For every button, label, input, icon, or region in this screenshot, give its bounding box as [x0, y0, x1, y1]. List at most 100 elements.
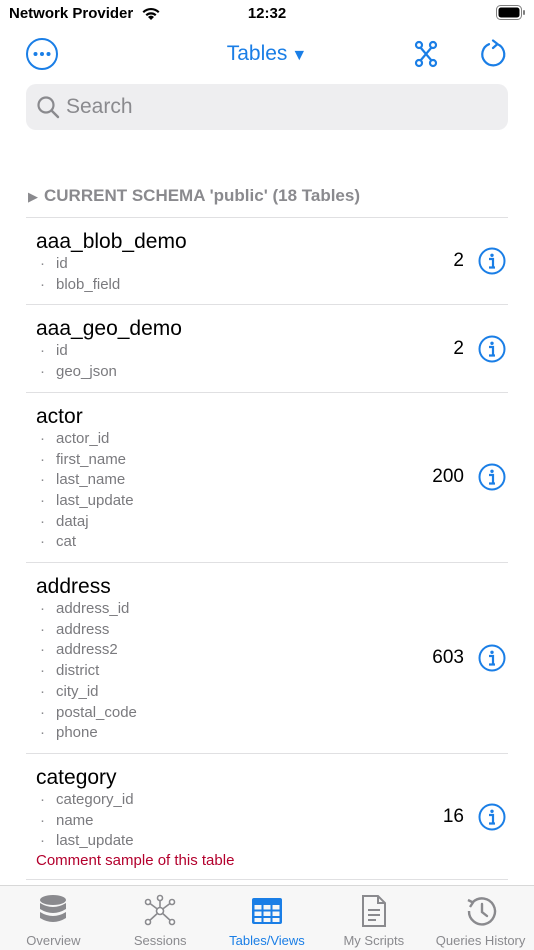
- info-icon[interactable]: [478, 463, 506, 491]
- navigation-bar: Tables ▼: [0, 32, 534, 76]
- column-name: id: [56, 255, 68, 272]
- column-item: · address_id: [36, 599, 508, 620]
- tab-queries-history[interactable]: Queries History: [427, 886, 534, 950]
- info-icon[interactable]: [478, 247, 506, 275]
- column-name: address2: [56, 641, 118, 659]
- table-row[interactable]: address · address_id · address · address2 · dist…: [26, 563, 508, 754]
- bullet-icon: ·: [40, 471, 45, 489]
- table-name: actor: [36, 404, 83, 428]
- search-bar[interactable]: [26, 84, 508, 130]
- history-icon: [463, 894, 499, 928]
- table-list: aaa_blob_demo · id · blob_field 2 aaa_geo_demo…: [26, 217, 508, 881]
- table-row[interactable]: category · category_id · name · last_update Com…: [26, 754, 508, 881]
- column-item: · name: [36, 811, 508, 832]
- bullet-icon: ·: [40, 275, 45, 293]
- info-icon[interactable]: [478, 644, 506, 672]
- column-name: district: [56, 662, 100, 680]
- tab-label: Sessions: [133, 933, 187, 948]
- tab-label: Queries History: [435, 933, 526, 948]
- column-name: blob_field: [56, 275, 121, 293]
- tables-dropdown[interactable]: Tables ▼: [0, 42, 534, 66]
- row-count: 200: [432, 466, 464, 488]
- search-input[interactable]: [66, 95, 486, 119]
- tab-sessions[interactable]: Sessions: [107, 886, 214, 950]
- bullet-icon: ·: [40, 682, 45, 700]
- table-row[interactable]: aaa_blob_demo · id · blob_field 2: [26, 217, 508, 306]
- database-icon: [35, 894, 71, 928]
- column-name: last_update: [56, 491, 134, 509]
- column-item: · dataj: [36, 512, 508, 533]
- column-name: dataj: [56, 512, 89, 530]
- tab-label: Tables/Views: [229, 933, 305, 948]
- column-item: · blob_field: [36, 275, 508, 296]
- column-item: · address: [36, 620, 508, 641]
- bullet-icon: ·: [40, 641, 45, 659]
- bullet-icon: ·: [40, 832, 45, 850]
- bullet-icon: ·: [40, 703, 45, 721]
- tab-tables-views[interactable]: Tables/Views: [214, 886, 321, 950]
- column-item: · last_update: [36, 831, 508, 852]
- tab-bar: Overview Sessions Tables/Views My Script…: [0, 885, 534, 950]
- tab-overview[interactable]: Overview: [0, 886, 107, 950]
- bullet-icon: ·: [40, 363, 45, 381]
- bullet-icon: ·: [40, 533, 45, 551]
- column-name: last_update: [56, 832, 134, 850]
- table-row[interactable]: actor · actor_id · first_name · last_name · last…: [26, 393, 508, 564]
- document-icon: [356, 894, 392, 928]
- column-name: name: [56, 811, 94, 829]
- table-name: aaa_geo_demo: [36, 317, 182, 341]
- bullet-icon: ·: [40, 342, 45, 360]
- column-item: · geo_json: [36, 362, 508, 383]
- column-name: geo_json: [56, 363, 117, 381]
- column-item: · category_id: [36, 790, 508, 811]
- column-item: · actor_id: [36, 429, 508, 450]
- column-item: · id: [36, 341, 508, 362]
- column-name: last_name: [56, 471, 126, 489]
- info-icon[interactable]: [478, 335, 506, 363]
- column-item: · city_id: [36, 682, 508, 703]
- battery-icon: [496, 5, 526, 26]
- bullet-icon: ·: [40, 491, 45, 509]
- column-item: · last_update: [36, 491, 508, 512]
- table-name: aaa_blob_demo: [36, 230, 187, 253]
- table-name: address: [36, 575, 111, 599]
- schema-section-title: CURRENT SCHEMA 'public' (18 Tables): [44, 186, 361, 205]
- column-name: actor_id: [56, 429, 110, 447]
- chevron-down-icon: ▼: [291, 47, 308, 64]
- column-name: address: [56, 620, 110, 638]
- table-row[interactable]: aaa_geo_demo · id · geo_json 2: [26, 305, 508, 393]
- graph-icon: [414, 40, 438, 68]
- column-name: address_id: [56, 600, 130, 618]
- tab-label: Overview: [26, 933, 81, 948]
- info-icon[interactable]: [478, 803, 506, 831]
- bullet-icon: ·: [40, 724, 45, 742]
- column-item: · postal_code: [36, 703, 508, 724]
- column-name: category_id: [56, 790, 134, 808]
- status-bar: Network Provider 12:32: [0, 0, 534, 30]
- network-icon: [142, 894, 178, 928]
- table-icon: [249, 894, 285, 928]
- column-item: · phone: [36, 723, 508, 744]
- row-count: 2: [453, 337, 464, 359]
- disclosure-triangle-icon: ▶: [28, 189, 38, 204]
- column-name: id: [56, 342, 68, 360]
- bullet-icon: ·: [40, 450, 45, 468]
- column-item: · cat: [36, 532, 508, 553]
- search-icon: [37, 96, 60, 119]
- refresh-icon: [481, 39, 506, 67]
- bullet-icon: ·: [40, 512, 45, 530]
- column-name: postal_code: [56, 703, 137, 721]
- refresh-button[interactable]: [475, 36, 511, 72]
- column-name: city_id: [56, 682, 99, 700]
- nav-title: Tables: [226, 42, 288, 65]
- bullet-icon: ·: [40, 811, 45, 829]
- bullet-icon: ·: [40, 429, 45, 447]
- bullet-icon: ·: [40, 662, 45, 680]
- column-name: cat: [56, 533, 77, 551]
- row-count: 2: [453, 250, 464, 272]
- tab-label: My Scripts: [343, 933, 405, 948]
- schema-section-header[interactable]: ▶ CURRENT SCHEMA 'public' (18 Tables): [28, 186, 360, 206]
- tab-my-scripts[interactable]: My Scripts: [320, 886, 427, 950]
- bullet-icon: ·: [40, 790, 45, 808]
- schema-graph-button[interactable]: [408, 36, 444, 72]
